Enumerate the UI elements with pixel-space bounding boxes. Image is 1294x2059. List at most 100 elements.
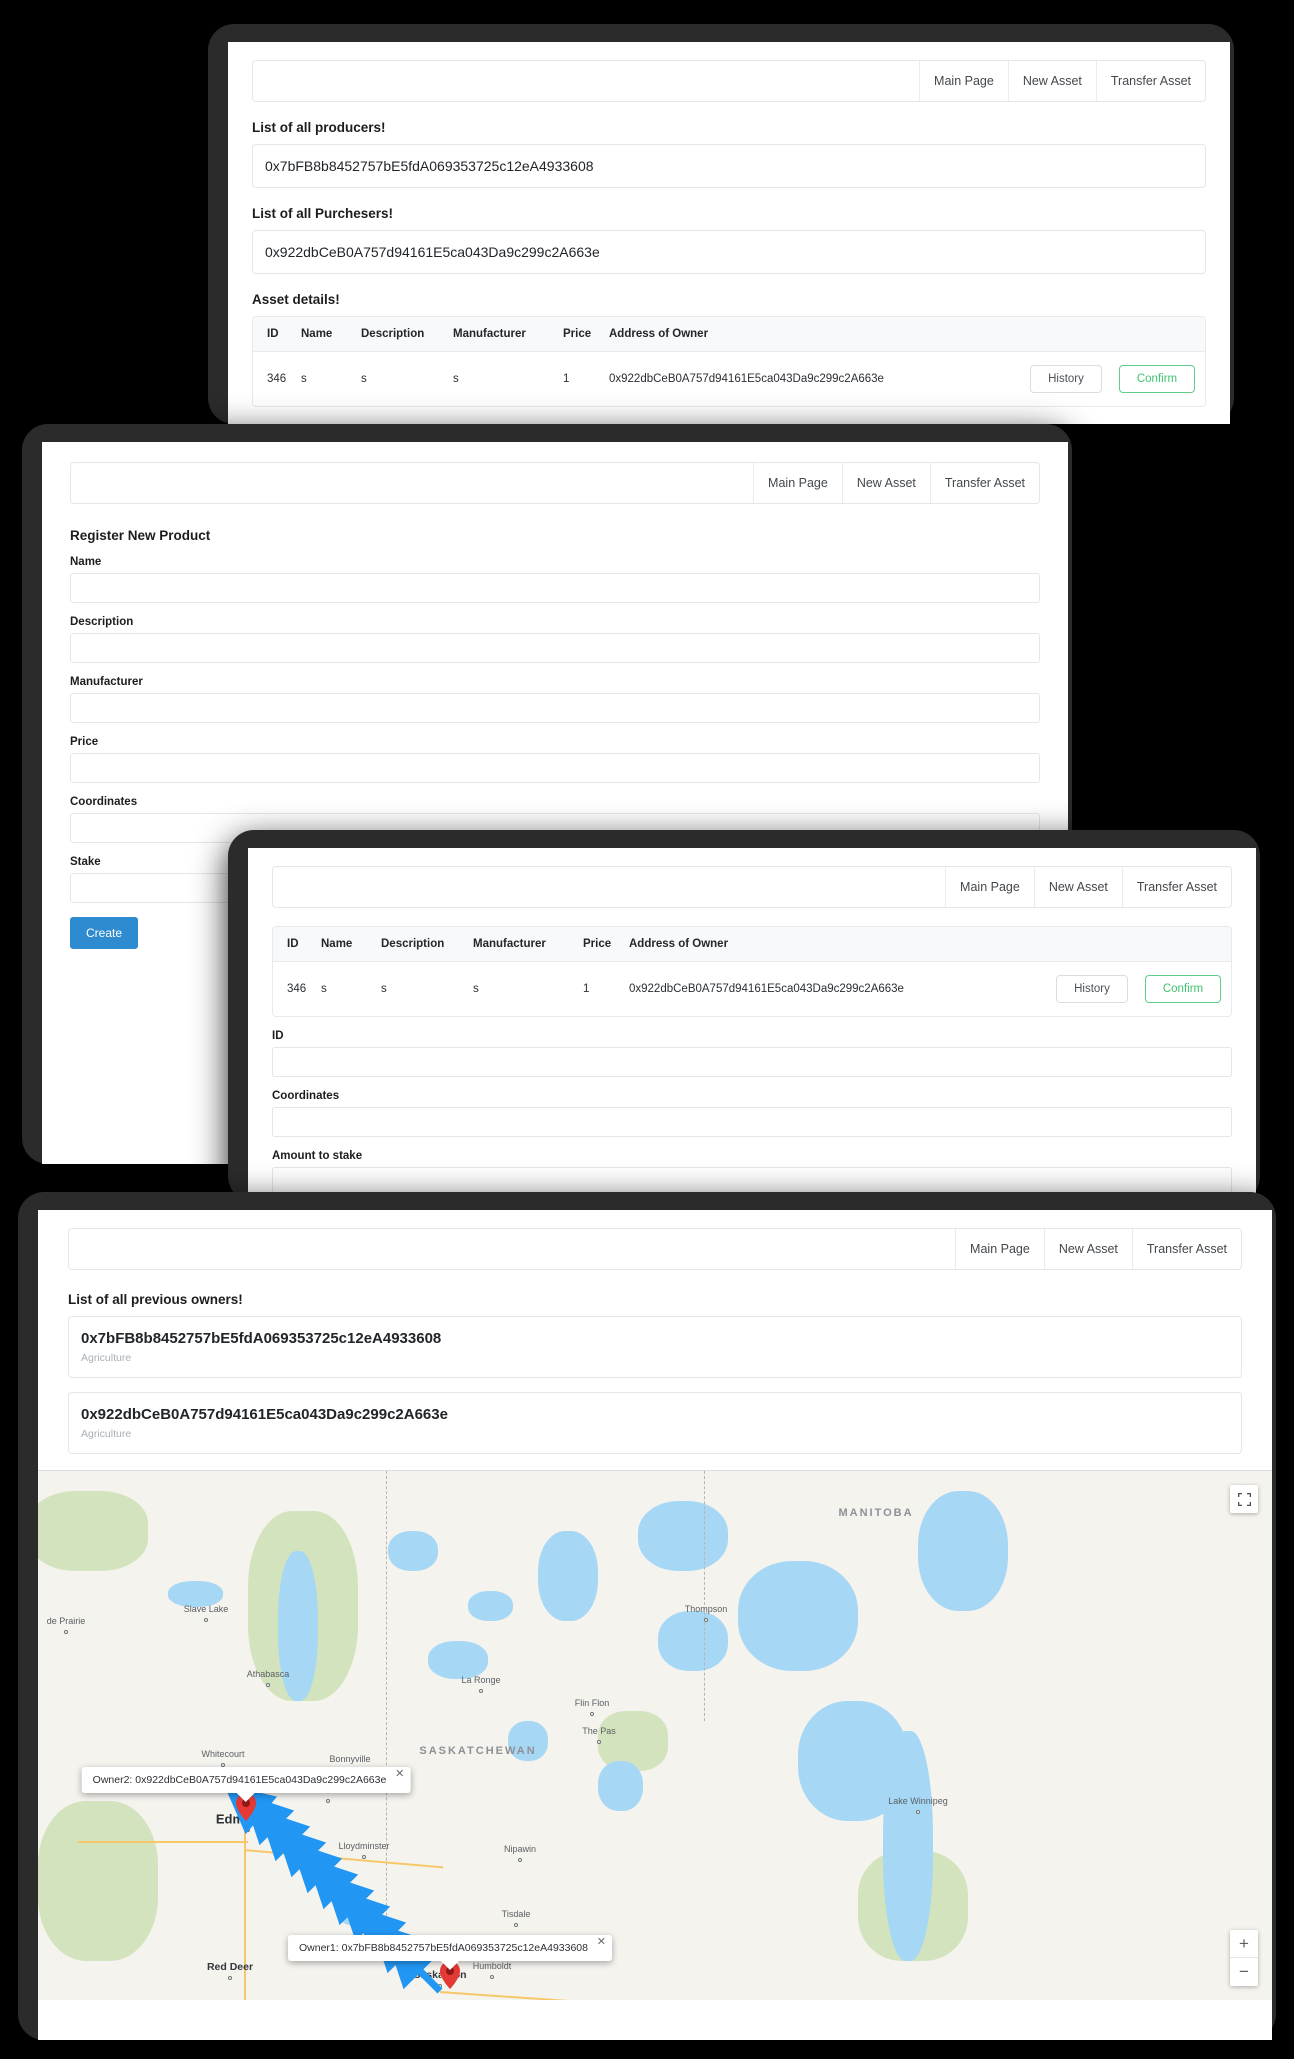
owner-list-item[interactable]: 0x7bFB8b8452757bE5fdA069353725c12eA49336… [68,1316,1242,1378]
map-popup-owner2[interactable]: Owner2: 0x922dbCeB0A757d94161E5ca043Da9c… [81,1767,411,1802]
history-button[interactable]: History [1056,975,1128,1003]
th-price: Price [557,317,603,352]
nav-main-page[interactable]: Main Page [919,61,1008,101]
input-manufacturer[interactable] [70,693,1040,723]
label-description: Description [70,616,134,628]
th-name: Name [295,317,355,352]
map-terrain [598,1711,668,1771]
nav-new-asset[interactable]: New Asset [1007,61,1096,101]
map-water [538,1531,598,1621]
cell-id: 346 [287,983,307,995]
nav-main-page[interactable]: Main Page [955,1229,1044,1269]
confirm-button[interactable]: Confirm [1144,975,1222,1003]
cell-name: s [301,373,307,385]
input-description[interactable] [70,633,1040,663]
map-popup-owner1-text: Owner1: 0x7bFB8b8452757bE5fdA069353725c1… [299,1942,588,1954]
th-description: Description [355,317,447,352]
th-manufacturer: Manufacturer [447,317,557,352]
map-popup-owner2-text: Owner2: 0x922dbCeB0A757d94161E5ca043Da9c… [92,1774,387,1786]
confirm-button[interactable]: Confirm [1118,365,1196,393]
map-province-border [386,1471,387,1941]
map-label-saskatchewan: SASKATCHEWAN [419,1745,537,1757]
map-road [78,1841,248,1843]
navbar-brand-area [253,61,919,101]
map-place-label: Flin Flon [574,1698,610,1708]
th-manufacturer: Manufacturer [467,927,577,962]
cell-name: s [321,983,327,995]
nav-transfer-asset[interactable]: Transfer Asset [1095,61,1205,101]
label-transfer-id: ID [272,1030,284,1042]
owner-address: 0x922dbCeB0A757d94161E5ca043Da9c299c2A66… [81,1406,448,1423]
map-place-dot [490,1975,494,1979]
nav-transfer-asset[interactable]: Transfer Asset [929,463,1039,503]
asset-table-wrapper: ID Name Description Manufacturer Price A… [252,316,1206,407]
create-button[interactable]: Create [70,917,139,949]
map-fullscreen-button[interactable] [1230,1485,1258,1513]
cell-price: 1 [563,373,570,385]
map-place-label: Athabasca [246,1669,290,1679]
navbar-main: Main Page New Asset Transfer Asset [252,60,1206,102]
owner-list-item[interactable]: 0x922dbCeB0A757d94161E5ca043Da9c299c2A66… [68,1392,1242,1454]
map-place-dot [204,1618,208,1622]
map-place-dot [266,1683,270,1687]
map-zoom-controls[interactable]: + − [1230,1930,1258,1986]
producer-address-item[interactable]: 0x7bFB8b8452757bE5fdA069353725c12eA49336… [252,144,1206,188]
producer-address: 0x7bFB8b8452757bE5fdA069353725c12eA49336… [265,158,594,174]
transfer-asset-table-wrapper: ID Name Description Manufacturer Price A… [272,926,1232,1017]
register-form-title: Register New Product [70,528,211,543]
input-name[interactable] [70,573,1040,603]
nav-transfer-asset[interactable]: Transfer Asset [1131,1229,1241,1269]
navbar-brand-area [71,463,753,503]
map-water [658,1611,728,1671]
nav-new-asset[interactable]: New Asset [841,463,930,503]
input-price[interactable] [70,753,1040,783]
cell-price: 1 [583,983,590,995]
map-place-label: Red Deer [206,1961,254,1973]
table-header-row: ID Name Description Manufacturer Price A… [253,317,1205,352]
map-place-label: The Pas [582,1726,616,1736]
th-confirm-actions [1109,317,1205,352]
asset-table: ID Name Description Manufacturer Price A… [253,317,1205,406]
owner-address: 0x7bFB8b8452757bE5fdA069353725c12eA49336… [81,1330,442,1347]
input-transfer-id[interactable] [272,1047,1232,1077]
map-zoom-in-button[interactable]: + [1230,1930,1258,1958]
th-price: Price [577,927,623,962]
cell-description: s [361,373,367,385]
nav-new-asset[interactable]: New Asset [1033,867,1122,907]
browser-panel-history: Main Page New Asset Transfer Asset List … [38,1210,1272,2040]
label-name: Name [70,556,102,568]
map-water [428,1641,488,1679]
navbar-history: Main Page New Asset Transfer Asset [68,1228,1242,1270]
map-place-dot [704,1618,708,1622]
input-transfer-coordinates[interactable] [272,1107,1232,1137]
map-place-dot [362,1855,366,1859]
cell-manufacturer: s [473,983,479,995]
map-place-label: Lloydminster [338,1841,390,1851]
nav-main-page[interactable]: Main Page [753,463,842,503]
history-button[interactable]: History [1030,365,1102,393]
th-history-actions [1023,317,1109,352]
nav-main-page[interactable]: Main Page [945,867,1034,907]
browser-panel-main: Main Page New Asset Transfer Asset List … [228,42,1230,424]
ownership-map[interactable]: MANITOBA SASKATCHEWAN de Prairie Slave La… [38,1470,1272,2000]
nav-new-asset[interactable]: New Asset [1043,1229,1132,1269]
map-popup-owner1[interactable]: Owner1: 0x7bFB8b8452757bE5fdA069353725c1… [288,1935,612,1970]
cell-history: History [1023,352,1109,407]
navbar-brand-area [273,867,945,907]
map-zoom-out-button[interactable]: − [1230,1958,1258,1986]
map-place-label: Slave Lake [183,1604,229,1614]
cell-owner: 0x922dbCeB0A757d94161E5ca043Da9c299c2A66… [609,373,884,385]
th-name: Name [315,927,375,962]
purchaser-address-item[interactable]: 0x922dbCeB0A757d94161E5ca043Da9c299c2A66… [252,230,1206,274]
map-place-dot [326,1799,330,1803]
map-water [468,1591,513,1621]
close-icon[interactable]: ✕ [597,1937,606,1948]
map-place-dot [916,1810,920,1814]
close-icon[interactable]: ✕ [395,1769,404,1780]
th-description: Description [375,927,467,962]
transfer-asset-table: ID Name Description Manufacturer Price A… [273,927,1231,1016]
map-place-dot [597,1740,601,1744]
navbar-register: Main Page New Asset Transfer Asset [70,462,1040,504]
previous-owners-title: List of all previous owners! [68,1292,243,1307]
nav-transfer-asset[interactable]: Transfer Asset [1121,867,1231,907]
